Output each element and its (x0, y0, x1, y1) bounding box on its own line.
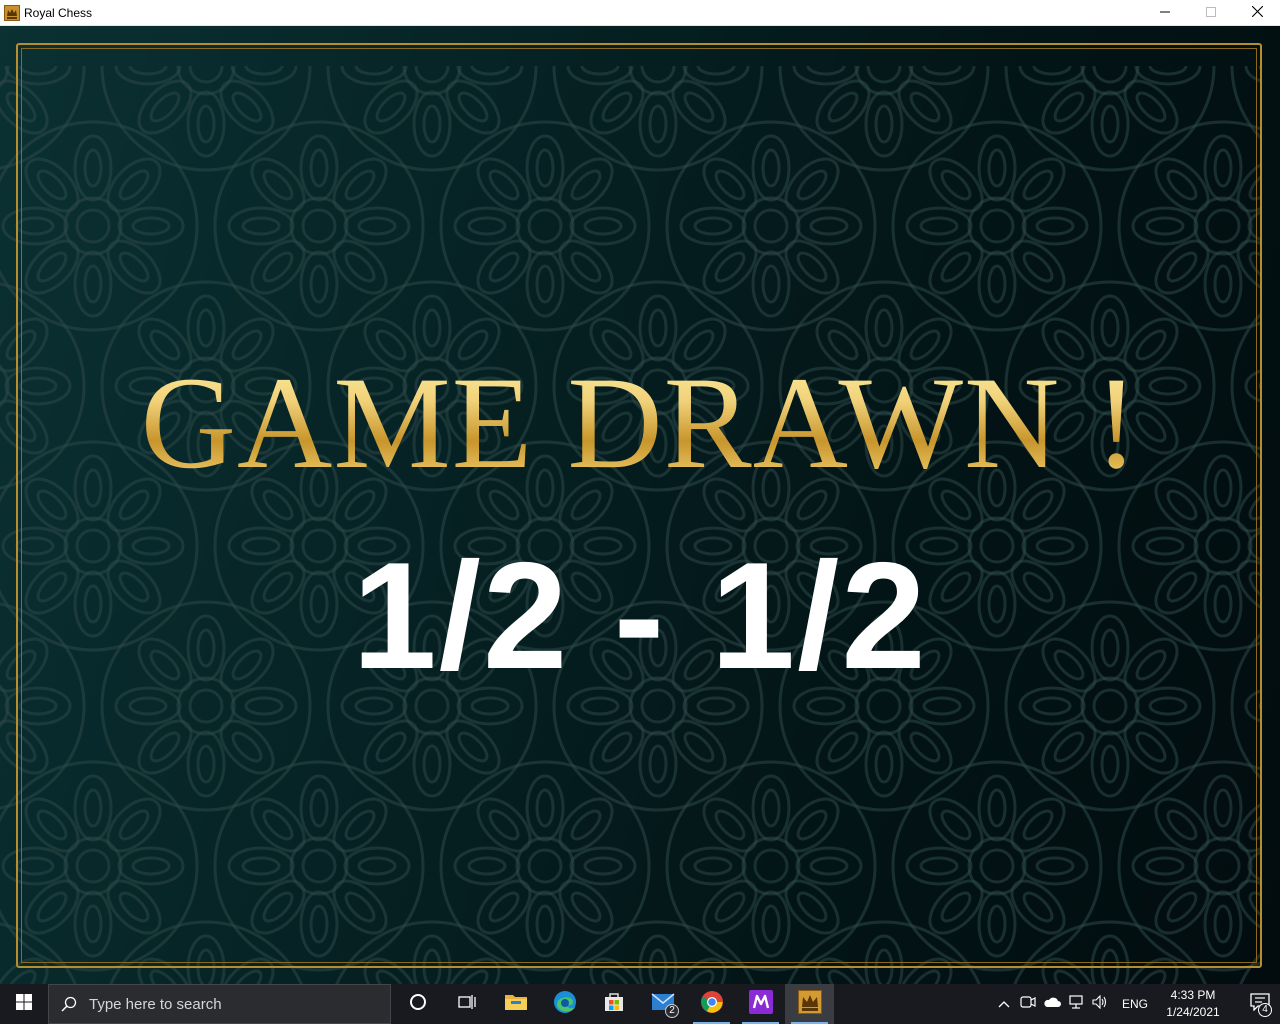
clock-time: 4:33 PM (1170, 988, 1216, 1002)
close-button[interactable] (1234, 0, 1280, 26)
m-app-button[interactable] (736, 984, 785, 1024)
royal-chess-icon (797, 989, 822, 1019)
meet-now-icon (1020, 995, 1036, 1014)
game-over-screen: GAME DRAWN ! 1/2 - 1/2 (0, 26, 1280, 984)
royal-chess-button[interactable] (785, 984, 834, 1024)
network-button[interactable] (1064, 984, 1088, 1024)
start-button[interactable] (0, 984, 48, 1024)
cortana-button[interactable] (393, 984, 442, 1024)
edge-button[interactable] (540, 984, 589, 1024)
onedrive-button[interactable] (1040, 984, 1064, 1024)
onedrive-icon (1043, 995, 1061, 1013)
mail-badge: 2 (665, 1004, 679, 1018)
mail-button[interactable]: 2 (638, 984, 687, 1024)
title-bar[interactable]: Royal Chess (0, 0, 1280, 26)
result-score: 1/2 - 1/2 (352, 531, 928, 701)
chess-crown-icon (4, 4, 20, 21)
cortana-icon (409, 993, 427, 1016)
windows-icon (16, 993, 32, 1015)
edge-icon (553, 990, 577, 1019)
minimize-icon (1160, 4, 1170, 22)
minimize-button[interactable] (1142, 0, 1188, 26)
result-headline: GAME DRAWN ! (0, 348, 1280, 498)
chrome-icon (700, 990, 724, 1019)
network-icon (1068, 994, 1084, 1014)
clock-date: 1/24/2021 (1166, 1005, 1220, 1019)
store-icon (603, 991, 625, 1018)
taskbar: Type here to search 2 ENG 4:33 PM 1/24/2… (0, 984, 1280, 1024)
search-icon (49, 996, 89, 1012)
task-view-button[interactable] (442, 984, 491, 1024)
close-icon (1251, 4, 1263, 22)
input-language[interactable]: ENG (1112, 997, 1158, 1011)
notification-count: 4 (1258, 1003, 1272, 1017)
taskbar-search-box[interactable]: Type here to search (48, 984, 391, 1024)
maximize-button[interactable] (1188, 0, 1234, 26)
store-button[interactable] (589, 984, 638, 1024)
system-tray: ENG 4:33 PM 1/24/2021 4 (992, 984, 1280, 1024)
action-center-button[interactable]: 4 (1240, 984, 1280, 1024)
m-app-icon (748, 989, 773, 1019)
file-explorer-icon (504, 992, 528, 1017)
task-view-icon (457, 993, 477, 1016)
show-hidden-icons-button[interactable] (992, 984, 1016, 1024)
chevron-up-icon (998, 995, 1010, 1013)
meet-now-button[interactable] (1016, 984, 1040, 1024)
volume-icon (1092, 994, 1108, 1014)
volume-button[interactable] (1088, 984, 1112, 1024)
clock[interactable]: 4:33 PM 1/24/2021 (1158, 987, 1228, 1021)
maximize-icon (1206, 4, 1216, 22)
window-title: Royal Chess (24, 5, 93, 20)
search-placeholder: Type here to search (89, 995, 222, 1013)
chrome-button[interactable] (687, 984, 736, 1024)
file-explorer-button[interactable] (491, 984, 540, 1024)
gold-frame-inner (21, 48, 1257, 963)
